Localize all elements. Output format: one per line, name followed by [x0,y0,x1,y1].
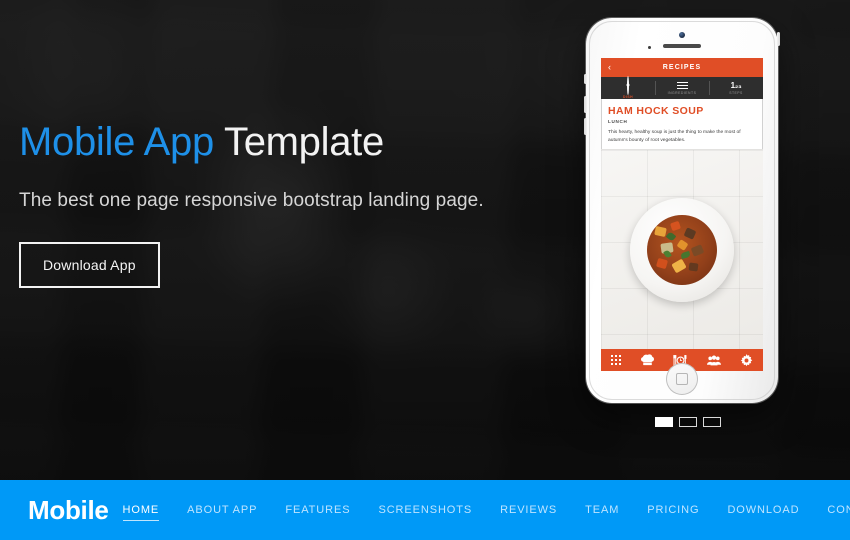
nav-link-home[interactable]: HOME [109,498,174,522]
recipe-photo [601,149,763,349]
phone-home-button[interactable] [666,363,698,395]
dish-circle-icon [627,75,629,95]
tab-steps-label: STEPS [729,90,743,95]
nav-link-features[interactable]: FEATURES [271,498,364,522]
phone-earpiece-speaker [663,44,701,48]
nav-link-download[interactable]: DOWNLOAD [713,498,813,522]
nav-links: HOME ABOUT APP FEATURES SCREENSHOTS REVI… [109,498,850,522]
recipe-description: This hearty, healthy soup is just the th… [608,130,741,143]
app-title: RECIPES [662,64,702,71]
nav-link-team[interactable]: TEAM [571,498,633,522]
app-tab-bar: DISH INGREDIENTS 1₂₃ STEPS [601,75,763,99]
gear-icon[interactable] [740,353,753,367]
page-title: Mobile App Template [19,118,539,166]
hero-subheadline: The best one page responsive bootstrap l… [19,190,484,211]
tab-steps[interactable]: 1₂₃ STEPS [709,77,763,99]
headline-rest: Template [213,120,384,164]
app-topbar: ‹ RECIPES [601,58,763,77]
phone-front-camera [679,32,685,38]
phone-proximity-sensor [648,46,651,49]
recipe-meal-type: LUNCH [608,119,628,124]
nav-link-pricing[interactable]: PRICING [633,498,713,522]
download-app-button[interactable]: Download App [19,242,160,288]
slider-pagination [655,417,721,427]
nav-link-about-app[interactable]: ABOUT APP [173,498,271,522]
tab-dish[interactable]: DISH [601,75,655,99]
soup-bowl-shape [647,214,717,285]
nav-link-reviews[interactable]: REVIEWS [486,498,571,522]
main-navbar: Mobile HOME ABOUT APP FEATURES SCREENSHO… [0,480,850,540]
list-lines-icon [676,81,688,91]
back-chevron-icon[interactable]: ‹ [608,63,611,72]
phone-volume-down-button[interactable] [584,118,587,135]
phone-mockup: ‹ RECIPES DISH INGREDIENTS 1₂₃ STEPS HAM… [584,18,780,403]
tab-dish-label: DISH [622,94,634,99]
nav-link-contact[interactable]: CONTACT [813,498,850,522]
phone-mute-switch[interactable] [584,74,587,84]
tab-ingredients[interactable]: INGREDIENTS [655,77,709,99]
phone-volume-up-button[interactable] [584,96,587,113]
brand-logo[interactable]: Mobile [28,495,109,526]
people-icon[interactable] [706,354,721,366]
recipe-details: HAM HOCK SOUP LUNCH This hearty, healthy… [601,99,763,144]
slider-dot-2[interactable] [679,417,697,427]
grid-icon[interactable] [610,354,622,366]
numbers-123-icon: 1₂₃ [730,80,742,90]
recipe-name: HAM HOCK SOUP [608,105,704,117]
headline-accent: Mobile App [19,120,214,164]
nav-link-screenshots[interactable]: SCREENSHOTS [364,498,486,522]
slider-dot-1[interactable] [655,417,673,427]
tab-ingredients-label: INGREDIENTS [667,91,697,96]
chef-hat-icon[interactable] [640,354,654,366]
phone-screen: ‹ RECIPES DISH INGREDIENTS 1₂₃ STEPS HAM… [601,58,763,371]
phone-power-button[interactable] [777,32,780,46]
hero-copy: Mobile App Template The best one page re… [19,118,539,288]
hero-section: Mobile App Template The best one page re… [0,0,850,480]
slider-dot-3[interactable] [703,417,721,427]
